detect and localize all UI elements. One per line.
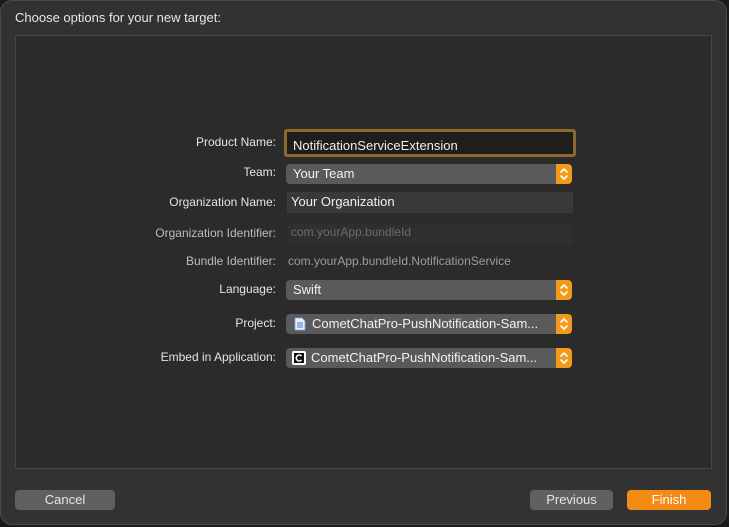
bundle-identifier-row: Bundle Identifier: com.yourApp.bundleId.…: [16, 250, 711, 274]
chevron-updown-icon: [556, 314, 572, 334]
team-label: Team:: [243, 165, 276, 179]
app-icon: [292, 351, 306, 365]
options-panel: Product Name: NotificationServiceExtensi…: [15, 35, 712, 469]
embed-value: CometChatPro-PushNotification-Sam...: [311, 350, 538, 365]
language-row: Language: Swift: [16, 278, 711, 302]
language-label: Language:: [219, 282, 276, 296]
bundle-identifier-label: Bundle Identifier:: [185, 254, 276, 268]
organization-identifier-label: Organization Identifier:: [155, 226, 276, 240]
language-value: Swift: [293, 282, 322, 297]
organization-name-input[interactable]: Your Organization: [287, 192, 573, 213]
team-value: Your Team: [293, 166, 355, 181]
dialog-title: Choose options for your new target:: [15, 10, 221, 25]
bundle-identifier-value: com.yourApp.bundleId.NotificationService: [288, 254, 511, 268]
organization-name-row: Organization Name: Your Organization: [16, 191, 711, 215]
project-value: CometChatPro-PushNotification-Sam...: [312, 316, 539, 331]
product-name-input[interactable]: NotificationServiceExtension: [284, 129, 576, 157]
embed-label: Embed in Application:: [160, 350, 276, 364]
language-popup[interactable]: Swift: [286, 280, 572, 300]
chevron-updown-icon: [556, 164, 572, 184]
finish-button[interactable]: Finish: [627, 490, 711, 510]
project-file-icon: [294, 317, 306, 331]
project-label: Project:: [235, 316, 276, 330]
organization-identifier-row: Organization Identifier: com.yourApp.bun…: [16, 222, 711, 246]
team-row: Team: Your Team: [16, 161, 711, 185]
team-popup[interactable]: Your Team: [286, 164, 572, 184]
organization-identifier-input[interactable]: com.yourApp.bundleId: [287, 223, 573, 244]
product-name-label: Product Name:: [195, 135, 276, 149]
embed-popup[interactable]: CometChatPro-PushNotification-Sam...: [286, 348, 572, 368]
embed-row: Embed in Application: CometChatPro-PushN…: [16, 346, 711, 370]
organization-name-label: Organization Name:: [169, 195, 276, 209]
dialog-window: Choose options for your new target: Prod…: [0, 0, 727, 525]
project-row: Project: CometChatPro-PushNotification-S…: [16, 312, 711, 336]
previous-button[interactable]: Previous: [530, 490, 613, 510]
chevron-updown-icon: [556, 348, 572, 368]
product-name-row: Product Name: NotificationServiceExtensi…: [16, 129, 711, 157]
cancel-button[interactable]: Cancel: [15, 490, 115, 510]
chevron-updown-icon: [556, 280, 572, 300]
project-popup[interactable]: CometChatPro-PushNotification-Sam...: [286, 314, 572, 334]
